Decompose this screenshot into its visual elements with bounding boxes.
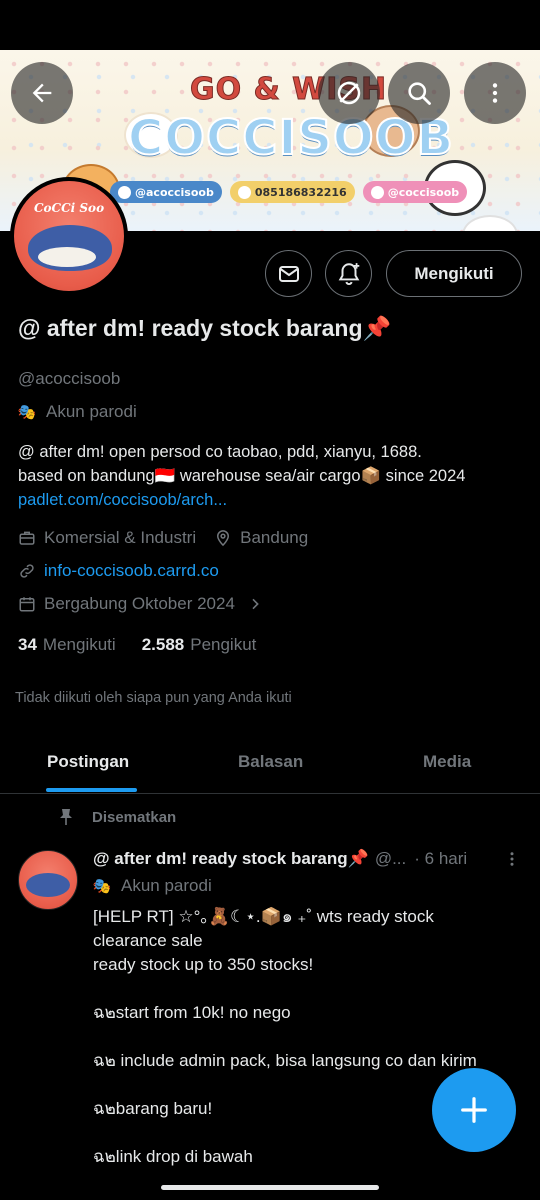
profile-avatar[interactable]: CoCCi Soo	[10, 177, 128, 295]
post-line: clearance sale	[93, 931, 203, 950]
profile-joined-date: Bergabung Oktober 2024	[44, 594, 235, 613]
tab-replies[interactable]: Balasan	[238, 730, 303, 793]
message-button[interactable]	[265, 250, 312, 297]
display-name: @ after dm! ready stock barang📌	[18, 315, 392, 341]
more-options-button[interactable]	[464, 62, 526, 124]
parody-label: 🎭 Akun parodi	[17, 402, 137, 421]
profile-meta-category-location: Komersial & Industri Bandung	[18, 528, 308, 548]
back-button[interactable]	[11, 62, 73, 124]
post-line: ready stock up to 350 stocks!	[93, 955, 314, 974]
profile-location: Bandung	[240, 528, 309, 547]
envelope-icon	[278, 265, 299, 282]
instagram-icon	[370, 185, 384, 199]
mute-button[interactable]	[318, 62, 380, 124]
more-vertical-icon	[492, 83, 498, 103]
plus-icon	[461, 1097, 487, 1123]
post-author-name[interactable]: @ after dm! ready stock barang📌	[93, 849, 369, 869]
bio-link[interactable]: padlet.com/coccisoob/arch...	[18, 488, 528, 512]
whale-illustration	[26, 873, 70, 897]
post-parody-label: 🎭 Akun parodi	[92, 876, 212, 895]
post-header: @ after dm! ready stock barang📌 @... · 6…	[93, 849, 533, 869]
profile-category: Komersial & Industri	[44, 528, 197, 547]
mutual-followers-note: Tidak diikuti oleh siapa pun yang Anda i…	[15, 690, 292, 706]
chevron-right-icon	[252, 598, 259, 610]
profile-tabs: Postingan Balasan Media	[0, 730, 540, 794]
tab-posts[interactable]: Postingan	[47, 730, 129, 793]
avatar-image: CoCCi Soo	[14, 181, 124, 291]
profile-meta-website: info-coccisoob.carrd.co	[18, 561, 219, 581]
briefcase-icon	[19, 531, 35, 545]
following-button[interactable]: Mengikuti	[386, 250, 522, 297]
post-timestamp[interactable]: · 6 hari	[414, 849, 467, 869]
post-author-handle: @...	[374, 849, 407, 868]
bio-line: based on bandung🇮🇩 warehouse sea/air car…	[18, 467, 466, 485]
notifications-button[interactable]	[325, 250, 372, 297]
whatsapp-icon	[237, 185, 251, 199]
more-vertical-icon[interactable]	[503, 849, 521, 869]
profile-website-link[interactable]: info-coccisoob.carrd.co	[44, 561, 219, 581]
search-button[interactable]	[388, 62, 450, 124]
bio-line: @ after dm! open persod co taobao, pdd, …	[18, 443, 422, 461]
bell-plus-icon	[338, 262, 359, 285]
following-count-link[interactable]: 34 Mengikuti	[18, 635, 116, 655]
hide-icon	[337, 81, 361, 105]
banner-socials: @acoccisoob 085186832216 @coccisoob	[110, 181, 468, 203]
pin-icon	[60, 809, 72, 825]
post-line	[93, 977, 523, 1001]
calendar-icon	[19, 597, 35, 612]
x-logo-icon	[118, 185, 131, 199]
theater-mask-icon: 🎭	[17, 404, 37, 421]
profile-bio: @ after dm! open persod co taobao, pdd, …	[18, 440, 528, 512]
post-line	[93, 1025, 523, 1049]
arrow-left-icon	[32, 83, 52, 103]
pinned-indicator: Disematkan	[58, 808, 176, 826]
active-tab-indicator	[46, 788, 137, 792]
post-line: ฉ๒ include admin pack, bisa langsung co …	[93, 1051, 477, 1070]
tab-media[interactable]: Media	[423, 730, 471, 793]
home-indicator[interactable]	[161, 1185, 379, 1190]
link-icon	[20, 564, 34, 578]
post-author-avatar[interactable]	[18, 850, 78, 910]
theater-mask-icon: 🎭	[92, 878, 112, 895]
banner-social-whatsapp: 085186832216	[229, 181, 355, 203]
location-pin-icon	[217, 530, 230, 547]
profile-meta-joined[interactable]: Bergabung Oktober 2024	[18, 594, 263, 614]
search-icon	[408, 82, 431, 105]
post-line: [HELP RT] ☆°｡🧸☾⋆.📦๑ ₊˚ wts ready stock	[93, 907, 434, 926]
status-bar	[0, 0, 540, 50]
followers-count-link[interactable]: 2.588 Pengikut	[142, 635, 257, 655]
whale-illustration	[28, 225, 112, 271]
post-line: ฉ๒start from 10k! no nego	[93, 1003, 291, 1022]
profile-handle: @acoccisoob	[18, 369, 121, 388]
compose-post-button[interactable]	[432, 1068, 516, 1152]
avatar-logo-text: CoCCi Soo	[34, 201, 105, 215]
follow-counts: 34 Mengikuti 2.588 Pengikut	[18, 635, 256, 655]
banner-social-x: @acoccisoob	[110, 181, 222, 203]
banner-social-instagram: @coccisoob	[362, 181, 468, 203]
